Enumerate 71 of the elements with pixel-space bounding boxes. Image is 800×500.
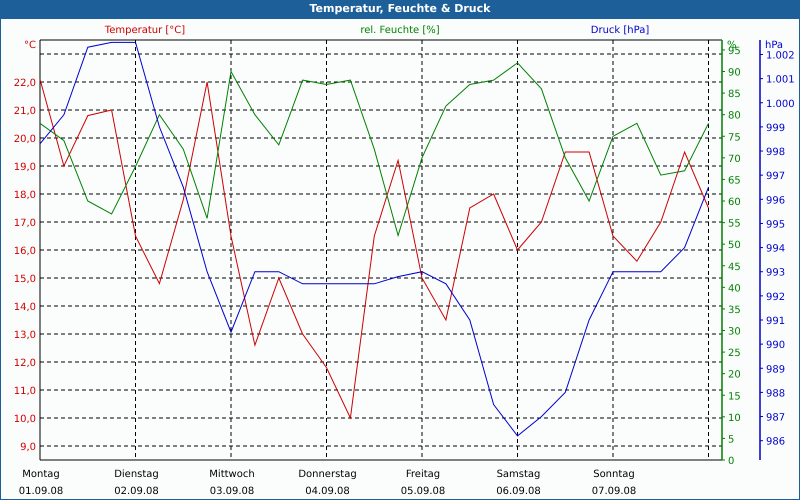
- tick-label: 986: [766, 436, 786, 448]
- tick-label: 50: [728, 240, 741, 252]
- tick-label: 25: [728, 348, 741, 360]
- tick-label: 65: [728, 175, 741, 186]
- day-label: Mittwoch: [209, 469, 255, 480]
- axis-unit-label: hPa: [765, 40, 784, 51]
- tick-label: 0: [728, 456, 734, 467]
- series-legend-label: Druck [hPa]: [590, 25, 650, 36]
- date-label: 06.09.08: [496, 486, 541, 497]
- tick-label: 988: [766, 388, 786, 400]
- tick-label: 45: [728, 262, 741, 273]
- day-label: Sonntag: [593, 469, 635, 480]
- axis-unit-label: °C: [24, 40, 36, 51]
- tick-label: 10,0: [14, 414, 36, 425]
- tick-label: 1.002: [766, 50, 795, 62]
- tick-label: 996: [766, 195, 786, 206]
- tick-label: 20: [728, 370, 741, 381]
- tick-label: 998: [766, 147, 786, 158]
- tick-label: 991: [766, 316, 786, 327]
- tick-label: 987: [766, 412, 786, 424]
- tick-label: 999: [766, 122, 786, 134]
- day-label: Montag: [22, 469, 60, 480]
- tick-label: 995: [766, 219, 786, 230]
- tick-label: 13,0: [14, 330, 36, 341]
- tick-label: 60: [728, 197, 741, 208]
- tick-label: 15,0: [14, 274, 36, 285]
- tick-label: 1.000: [766, 98, 795, 110]
- series-legend-label: rel. Feuchte [%]: [360, 25, 440, 36]
- tick-label: 11,0: [14, 386, 36, 397]
- tick-label: 18,0: [14, 190, 36, 201]
- tick-label: 15: [728, 391, 741, 402]
- tick-label: 22,0: [14, 78, 36, 89]
- tick-label: 75: [728, 132, 741, 144]
- date-label: 04.09.08: [305, 486, 350, 497]
- tick-label: 10: [728, 412, 741, 424]
- tick-label: 12,0: [14, 358, 36, 369]
- tick-label: 993: [766, 268, 786, 279]
- tick-label: 14,0: [14, 302, 36, 313]
- tick-label: 992: [766, 292, 786, 303]
- tick-label: 19,0: [14, 162, 36, 173]
- tick-label: 9,0: [20, 442, 36, 453]
- tick-label: 70: [728, 154, 741, 165]
- tick-label: 21,0: [14, 106, 36, 117]
- tick-label: 55: [728, 218, 741, 230]
- tick-label: 40: [728, 283, 741, 294]
- tick-label: 30: [728, 326, 741, 338]
- tick-label: 95: [728, 46, 741, 57]
- day-label: Donnerstag: [298, 469, 357, 480]
- tick-label: 990: [766, 340, 786, 352]
- tick-label: 5: [728, 434, 734, 446]
- date-label: 03.09.08: [210, 486, 254, 497]
- tick-label: 35: [728, 304, 741, 316]
- tick-label: 16,0: [14, 246, 36, 257]
- tick-label: 20,0: [14, 134, 36, 145]
- tick-label: 997: [766, 171, 786, 182]
- date-label: 02.09.08: [114, 486, 159, 497]
- day-label: Dienstag: [114, 469, 159, 480]
- tick-label: 85: [728, 89, 741, 100]
- tick-label: 17,0: [14, 218, 36, 229]
- tick-label: 90: [728, 68, 741, 78]
- tick-label: 80: [728, 110, 741, 122]
- tick-label: 1.001: [766, 74, 795, 86]
- date-label: 07.09.08: [592, 486, 636, 497]
- window-title-bar: Temperatur, Feuchte & Druck: [0, 0, 800, 19]
- series-legend-label: Temperatur [°C]: [104, 25, 186, 36]
- date-label: 05.09.08: [400, 486, 446, 497]
- tick-label: 989: [766, 364, 786, 376]
- day-label: Samstag: [496, 469, 540, 480]
- tick-label: 994: [766, 244, 786, 255]
- date-label: 01.09.08: [18, 486, 64, 497]
- day-label: Freitag: [406, 469, 440, 480]
